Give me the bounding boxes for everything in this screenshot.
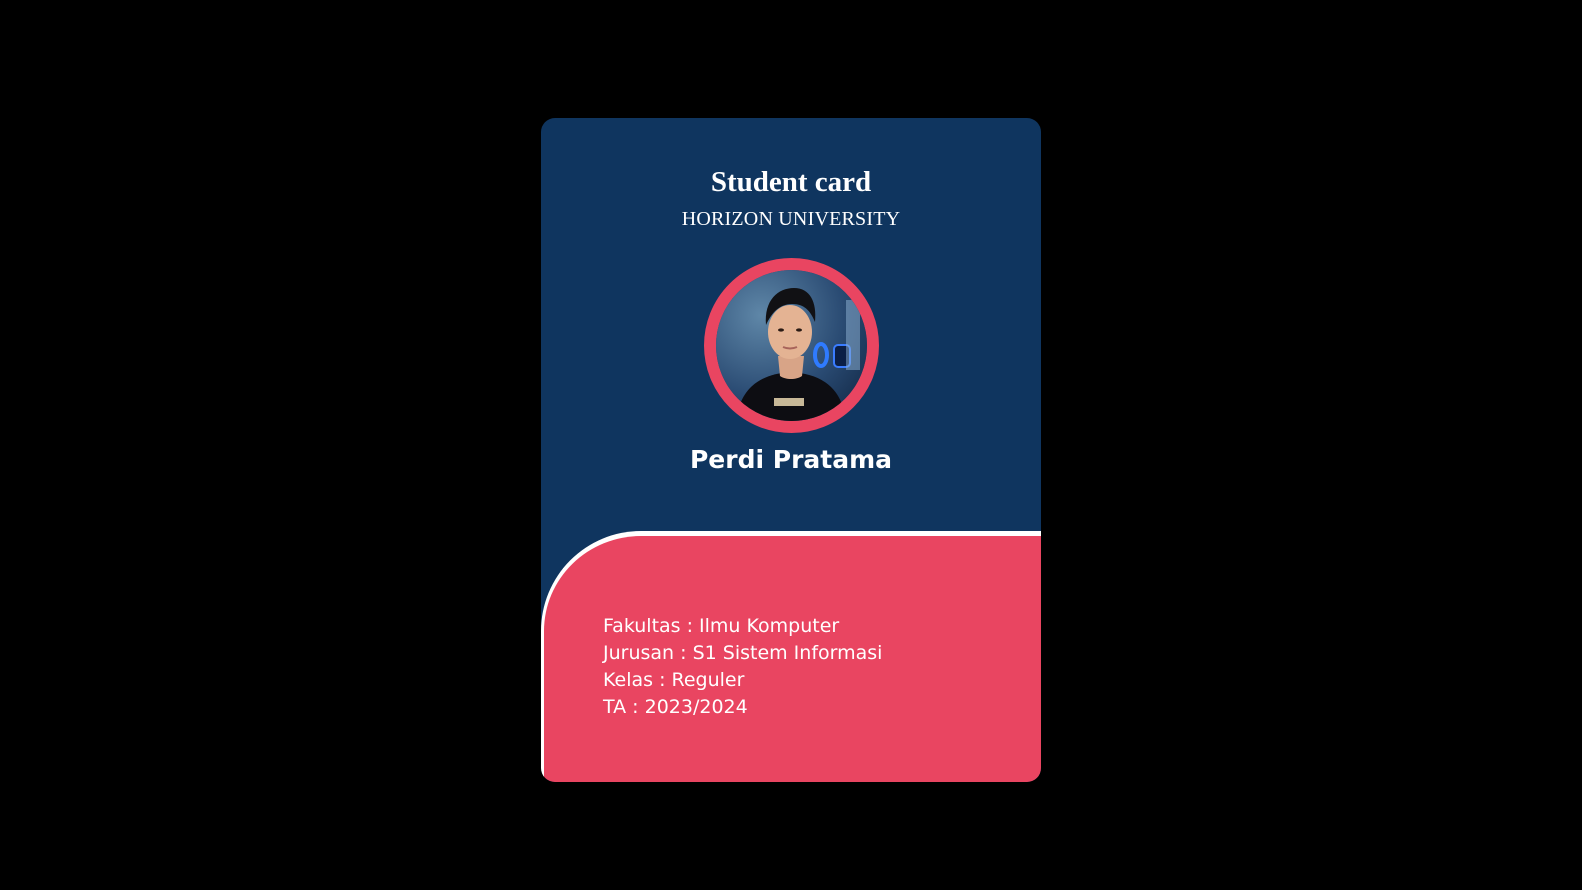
university-name: HORIZON UNIVERSITY	[681, 208, 901, 230]
info-major: Jurusan : S1 Sistem Informasi	[603, 642, 883, 664]
info-faculty: Fakultas : Ilmu Komputer	[603, 615, 840, 637]
student-card: Student card HORIZON UNIVERSITY Perdi Pr…	[541, 118, 1041, 782]
info-academic-year: TA : 2023/2024	[603, 696, 748, 718]
student-info-list: Fakultas : Ilmu Komputer Jurusan : S1 Si…	[603, 613, 882, 721]
info-class: Kelas : Reguler	[603, 669, 745, 691]
student-photo	[704, 258, 879, 433]
student-photo-image	[716, 270, 867, 421]
card-title: Student card	[710, 166, 872, 198]
student-name: Perdi Pratama	[689, 445, 893, 474]
